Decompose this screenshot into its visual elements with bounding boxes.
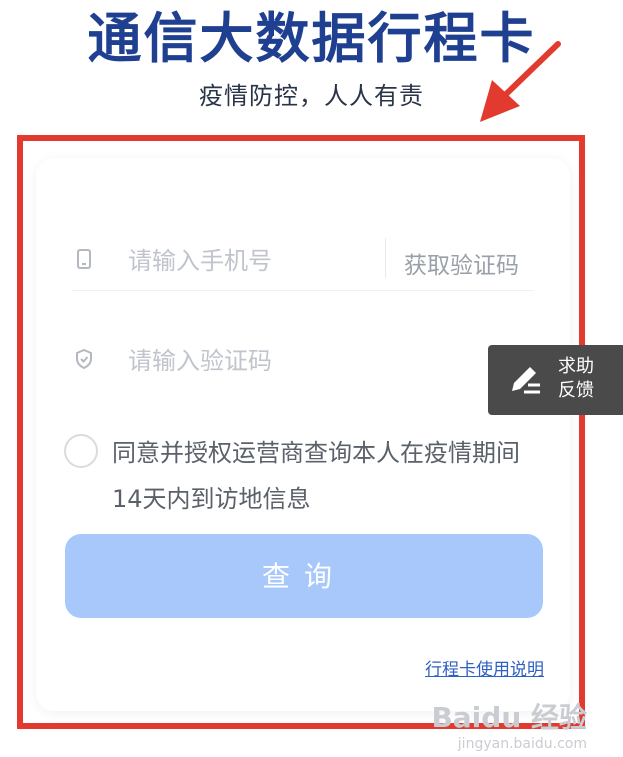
query-button[interactable]: 查询 (65, 534, 543, 618)
watermark-brand: Baidu 经验 (431, 701, 587, 734)
shield-icon (74, 348, 94, 370)
get-code-button[interactable]: 获取验证码 (404, 246, 519, 280)
help-link[interactable]: 行程卡使用说明 (425, 655, 544, 680)
phone-icon (74, 248, 94, 270)
field-divider (385, 238, 386, 278)
code-input[interactable] (126, 340, 380, 382)
agreement-radio[interactable] (64, 434, 98, 468)
agreement-text: 同意并授权运营商查询本人在疫情期间14天内到访地信息 (112, 439, 520, 513)
itinerary-card-page: 通信大数据行程卡 疫情防控，人人有责 获取验证码 (0, 0, 623, 757)
red-arrow-icon (480, 41, 561, 122)
phone-row: 获取验证码 (72, 230, 534, 291)
login-card: 获取验证码 同意并授权运营商查询本人在疫情期间14天内到访地信息 查询 行程卡使… (36, 158, 570, 711)
feedback-widget[interactable]: 求助反馈 (488, 345, 623, 415)
watermark-url: jingyan.baidu.com (457, 736, 587, 752)
baidu-watermark: Baidu 经验 jingyan.baidu.com (431, 696, 587, 752)
code-row (72, 330, 534, 390)
edit-pen-icon (512, 367, 540, 394)
phone-input[interactable] (126, 240, 380, 282)
feedback-label: 求助反馈 (558, 356, 594, 401)
